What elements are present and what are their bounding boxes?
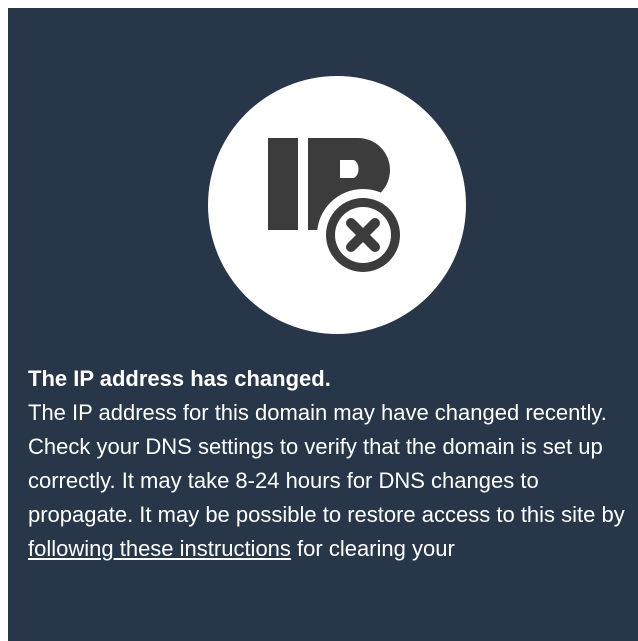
ip-error-icon — [208, 76, 466, 334]
error-panel: The IP address has changed. The IP addre… — [8, 8, 638, 641]
error-description-text: The IP address for this domain may have … — [28, 400, 625, 527]
ip-icon-glyph — [268, 138, 409, 281]
error-description: The IP address for this domain may have … — [28, 396, 632, 566]
error-message: The IP address has changed. The IP addre… — [28, 362, 632, 566]
error-description-continued: for clearing your — [290, 536, 455, 561]
error-title: The IP address has changed. — [28, 366, 331, 391]
instructions-link[interactable]: following these instructions — [28, 536, 291, 561]
